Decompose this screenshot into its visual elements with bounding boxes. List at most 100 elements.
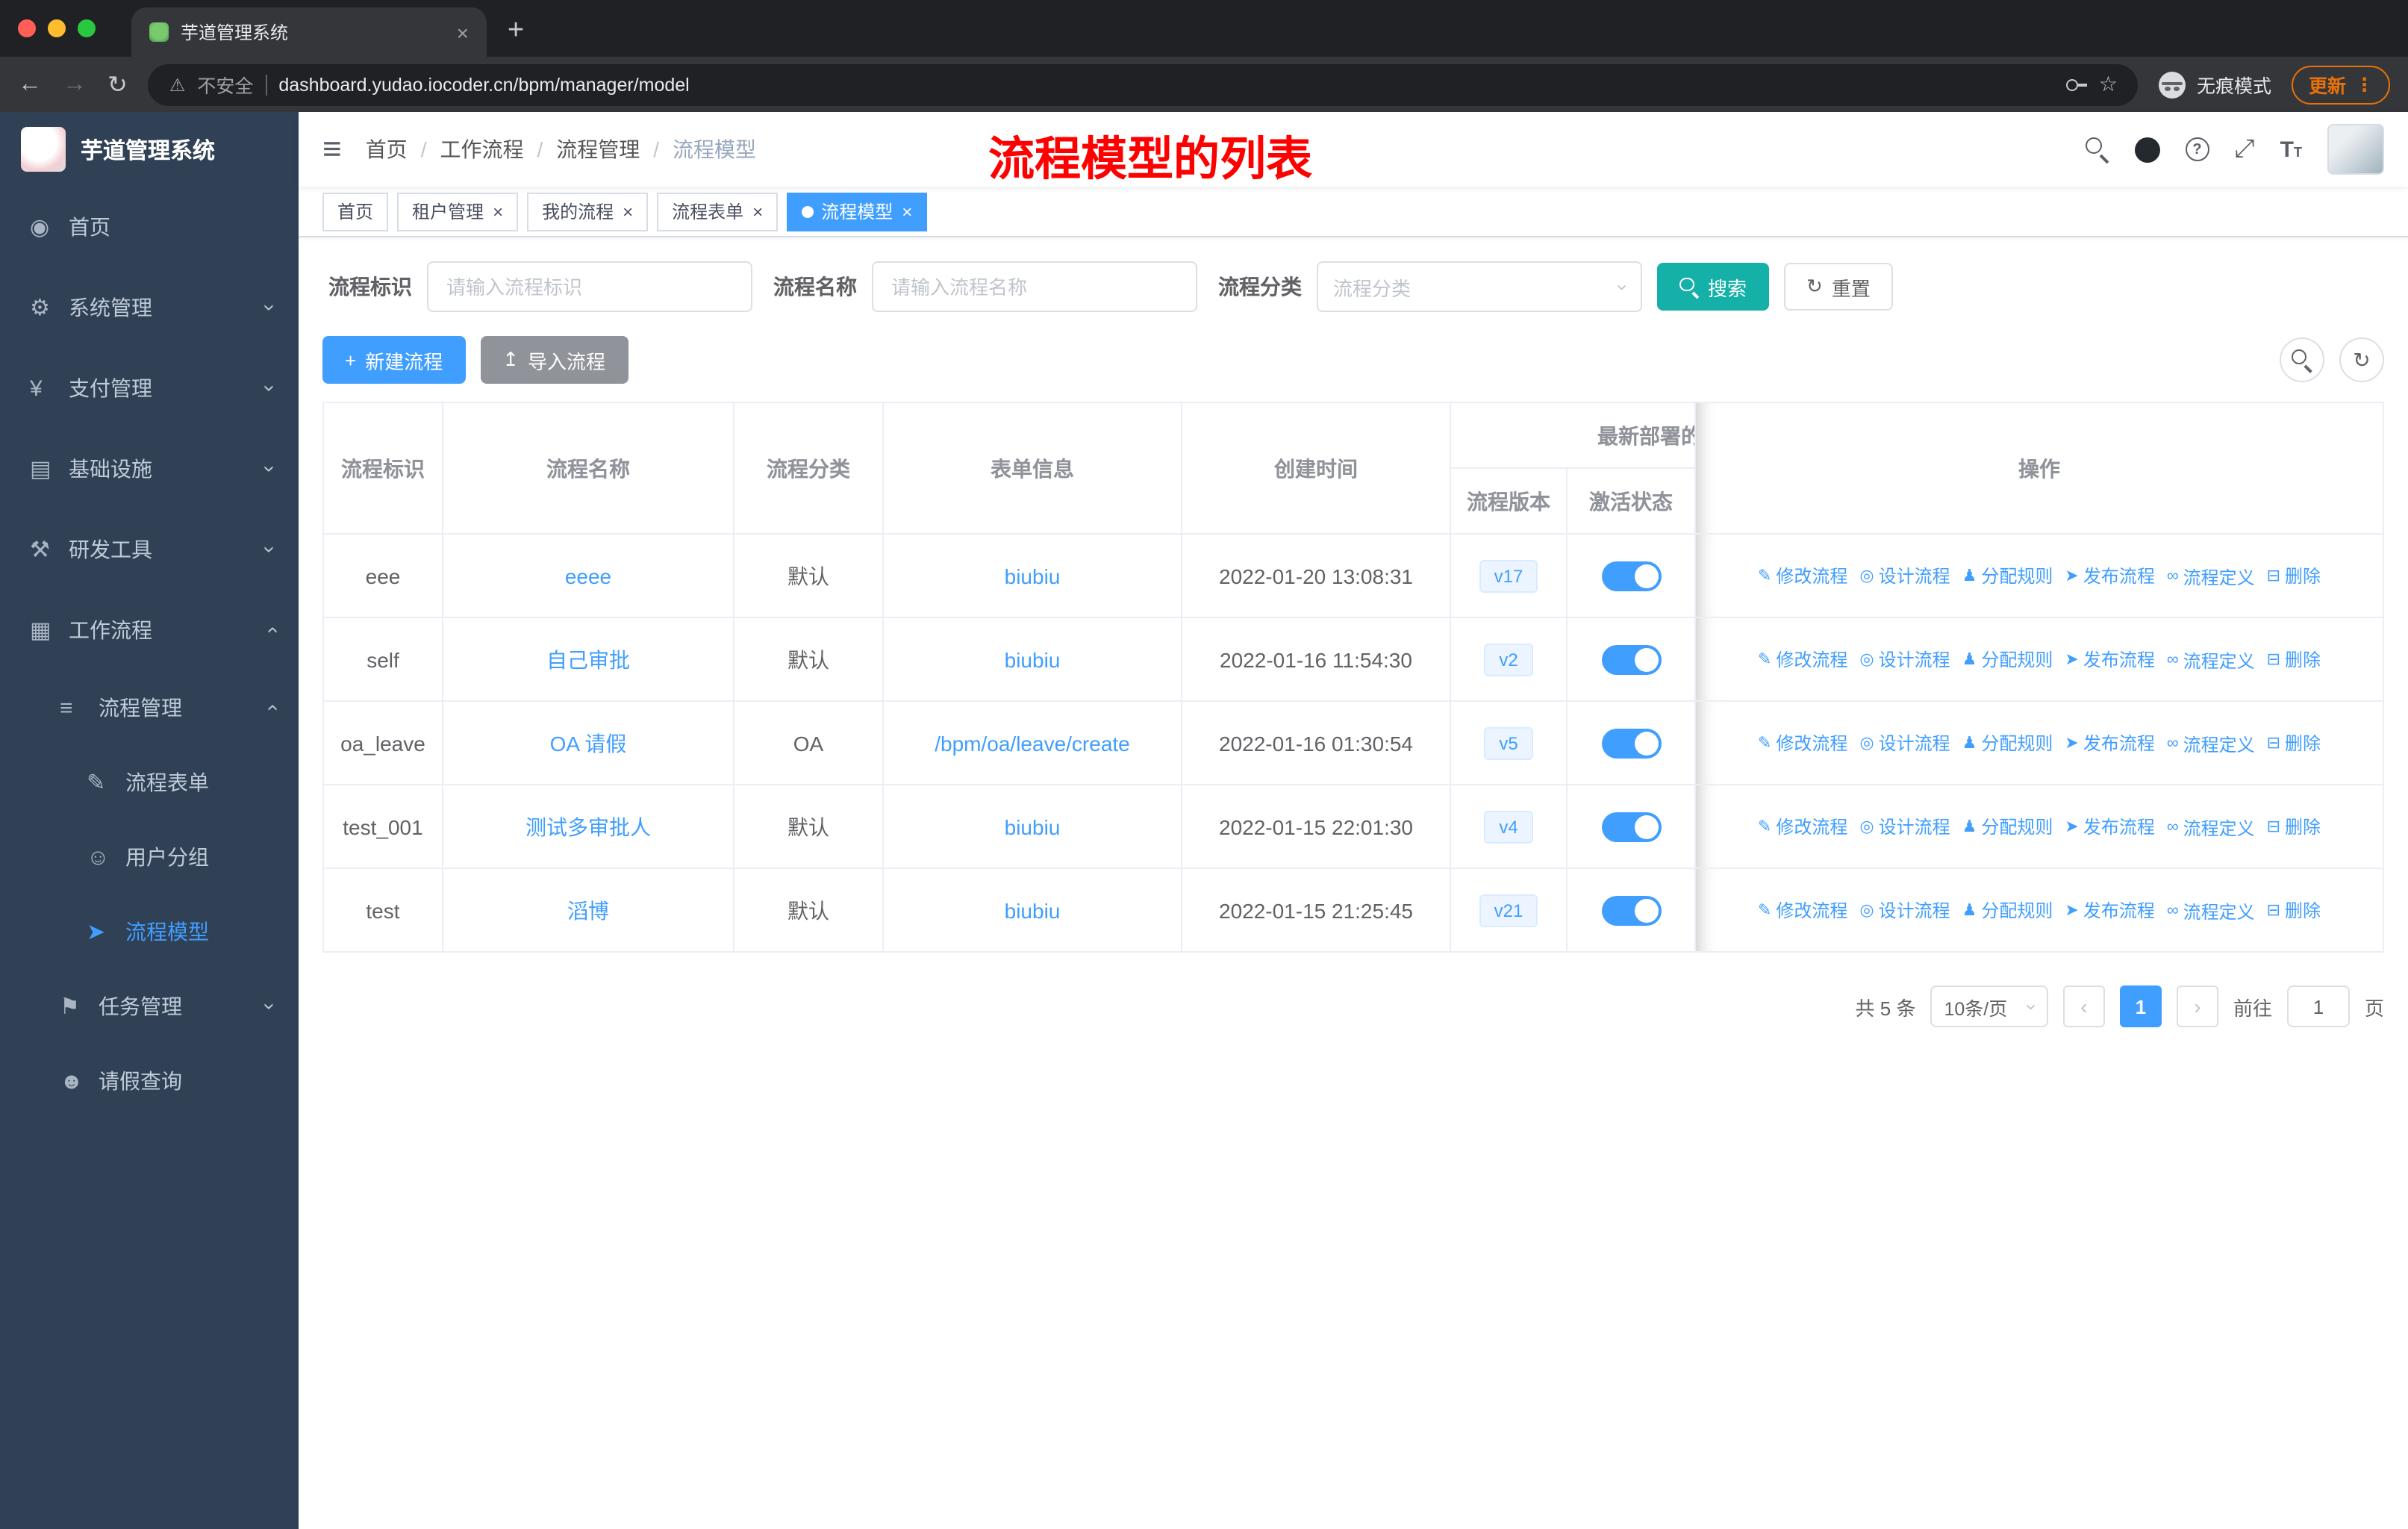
github-icon[interactable] (2134, 137, 2160, 162)
action-assign-link[interactable]: ♟ 分配规则 (1962, 564, 2053, 589)
action-publish-link[interactable]: ➤ 发布流程 (2065, 647, 2154, 673)
breadcrumb-item[interactable]: 首页 (366, 134, 408, 164)
close-window-button[interactable] (18, 19, 36, 37)
action-delete-link[interactable]: ⊟ 删除 (2267, 564, 2321, 589)
action-design-link[interactable]: ◎ 设计流程 (1859, 647, 1950, 673)
action-definition-link[interactable]: ∞ 流程定义 (2167, 648, 2255, 673)
search-icon[interactable] (2085, 137, 2109, 161)
sidebar-item-workflow[interactable]: ▦ 工作流程 › (0, 590, 299, 670)
action-definition-link[interactable]: ∞ 流程定义 (2167, 564, 2255, 590)
form-link[interactable]: biubiu (1005, 647, 1061, 671)
action-definition-link[interactable]: ∞ 流程定义 (2167, 815, 2255, 841)
active-switch[interactable] (1601, 812, 1661, 841)
action-delete-link[interactable]: ⊟ 删除 (2267, 898, 2321, 924)
tab-close-icon[interactable]: × (457, 20, 469, 44)
next-page-button[interactable]: › (2176, 985, 2218, 1027)
current-page[interactable]: 1 (2119, 985, 2162, 1027)
action-design-link[interactable]: ◎ 设计流程 (1859, 731, 1950, 756)
create-process-button[interactable]: + 新建流程 (322, 336, 466, 384)
active-switch[interactable] (1601, 895, 1661, 925)
filter-input-0[interactable] (427, 261, 752, 312)
action-assign-link[interactable]: ♟ 分配规则 (1962, 731, 2053, 756)
action-assign-link[interactable]: ♟ 分配规则 (1962, 898, 2053, 924)
process-name-link[interactable]: 测试多审批人 (525, 815, 651, 838)
action-definition-link[interactable]: ∞ 流程定义 (2167, 732, 2255, 757)
forward-button[interactable]: → (63, 71, 87, 98)
user-avatar[interactable] (2327, 124, 2384, 175)
action-delete-link[interactable]: ⊟ 删除 (2267, 647, 2321, 673)
filter-input-1[interactable] (872, 261, 1197, 312)
filter-select[interactable]: 流程分类 › (1317, 261, 1642, 312)
menu-dots-icon[interactable]: ⋮ (2355, 73, 2374, 96)
prev-page-button[interactable]: ‹ (2062, 985, 2105, 1027)
sidebar-item-infrastructure[interactable]: ▤ 基础设施 › (0, 429, 299, 509)
action-edit-link[interactable]: ✎ 修改流程 (1758, 647, 1847, 673)
fullscreen-icon[interactable]: ⤢ (2234, 134, 2254, 164)
address-bar[interactable]: ⚠ 不安全 dashboard.yudao.iocoder.cn/bpm/man… (148, 63, 2139, 105)
sidebar-item-user-group[interactable]: ☺ 用户分组 (0, 820, 299, 894)
view-tag[interactable]: 我的流程 × (527, 192, 649, 231)
active-switch[interactable] (1601, 644, 1661, 674)
view-tag[interactable]: 流程表单 × (657, 192, 779, 231)
help-icon[interactable]: ? (2185, 137, 2209, 161)
font-size-icon[interactable]: TT (2280, 137, 2302, 162)
action-design-link[interactable]: ◎ 设计流程 (1859, 898, 1950, 924)
action-design-link[interactable]: ◎ 设计流程 (1859, 564, 1950, 589)
import-process-button[interactable]: ↥ 导入流程 (480, 336, 628, 384)
action-publish-link[interactable]: ➤ 发布流程 (2065, 564, 2154, 589)
breadcrumb-item[interactable]: 工作流程 (440, 134, 523, 164)
action-definition-link[interactable]: ∞ 流程定义 (2167, 899, 2255, 924)
process-name-link[interactable]: 自己审批 (546, 647, 630, 671)
sidebar-item-task-mgmt[interactable]: ⚑ 任务管理 › (0, 969, 299, 1044)
sidebar-item-home[interactable]: ◉ 首页 (0, 187, 299, 267)
bookmark-star-icon[interactable]: ☆ (2099, 72, 2118, 97)
view-tag[interactable]: 流程模型 × (787, 192, 928, 231)
page-size-select[interactable]: 10条/页 › (1930, 985, 2048, 1027)
process-name-link[interactable]: eeee (565, 564, 611, 588)
form-link[interactable]: biubiu (1005, 898, 1061, 922)
search-button[interactable]: 搜索 (1657, 263, 1770, 311)
action-delete-link[interactable]: ⊟ 删除 (2267, 731, 2321, 756)
sidebar-item-process-form[interactable]: ✎ 流程表单 (0, 745, 299, 820)
view-tag[interactable]: 租户管理 × (397, 192, 519, 231)
view-tag[interactable]: 首页 (322, 192, 389, 231)
action-edit-link[interactable]: ✎ 修改流程 (1758, 564, 1847, 589)
hamburger-icon[interactable]: ≡ (322, 130, 342, 169)
sidebar-item-system-mgmt[interactable]: ⚙ 系统管理 › (0, 267, 299, 348)
tag-close-icon[interactable]: × (623, 201, 633, 222)
action-design-link[interactable]: ◎ 设计流程 (1859, 815, 1950, 840)
tag-close-icon[interactable]: × (493, 201, 503, 222)
active-switch[interactable] (1601, 728, 1661, 758)
update-button[interactable]: 更新 ⋮ (2292, 65, 2390, 104)
action-delete-link[interactable]: ⊟ 删除 (2267, 815, 2321, 840)
tag-close-icon[interactable]: × (752, 201, 763, 222)
active-switch[interactable] (1601, 561, 1661, 591)
action-publish-link[interactable]: ➤ 发布流程 (2065, 898, 2154, 924)
minimize-window-button[interactable] (48, 19, 66, 37)
action-assign-link[interactable]: ♟ 分配规则 (1962, 815, 2053, 840)
form-link[interactable]: biubiu (1005, 564, 1061, 588)
sidebar-item-payment-mgmt[interactable]: ¥ 支付管理 › (0, 348, 299, 429)
new-tab-button[interactable]: + (508, 15, 524, 48)
sidebar-item-leave-query[interactable]: ☻ 请假查询 (0, 1044, 299, 1118)
zoom-window-button[interactable] (78, 19, 96, 37)
goto-page-input[interactable] (2286, 985, 2350, 1027)
form-link[interactable]: /bpm/oa/leave/create (935, 731, 1130, 755)
sidebar-item-process-model[interactable]: ➤ 流程模型 (0, 894, 299, 969)
action-edit-link[interactable]: ✎ 修改流程 (1758, 731, 1847, 756)
key-icon[interactable] (2065, 74, 2087, 95)
action-publish-link[interactable]: ➤ 发布流程 (2065, 731, 2154, 756)
browser-tab[interactable]: 芋道管理系统 × (131, 7, 487, 57)
refresh-table-button[interactable]: ↻ (2339, 337, 2384, 382)
action-edit-link[interactable]: ✎ 修改流程 (1758, 898, 1847, 924)
tag-close-icon[interactable]: × (902, 201, 912, 222)
action-edit-link[interactable]: ✎ 修改流程 (1758, 815, 1847, 840)
back-button[interactable]: ← (18, 71, 42, 98)
sidebar-item-process-mgmt[interactable]: ≡ 流程管理 › (0, 670, 299, 745)
process-name-link[interactable]: 滔博 (567, 898, 609, 922)
reload-button[interactable]: ↻ (107, 69, 128, 99)
reset-button[interactable]: ↻ 重置 (1784, 263, 1893, 311)
sidebar-item-dev-tools[interactable]: ⚒ 研发工具 › (0, 509, 299, 590)
action-assign-link[interactable]: ♟ 分配规则 (1962, 647, 2053, 673)
action-publish-link[interactable]: ➤ 发布流程 (2065, 815, 2154, 840)
